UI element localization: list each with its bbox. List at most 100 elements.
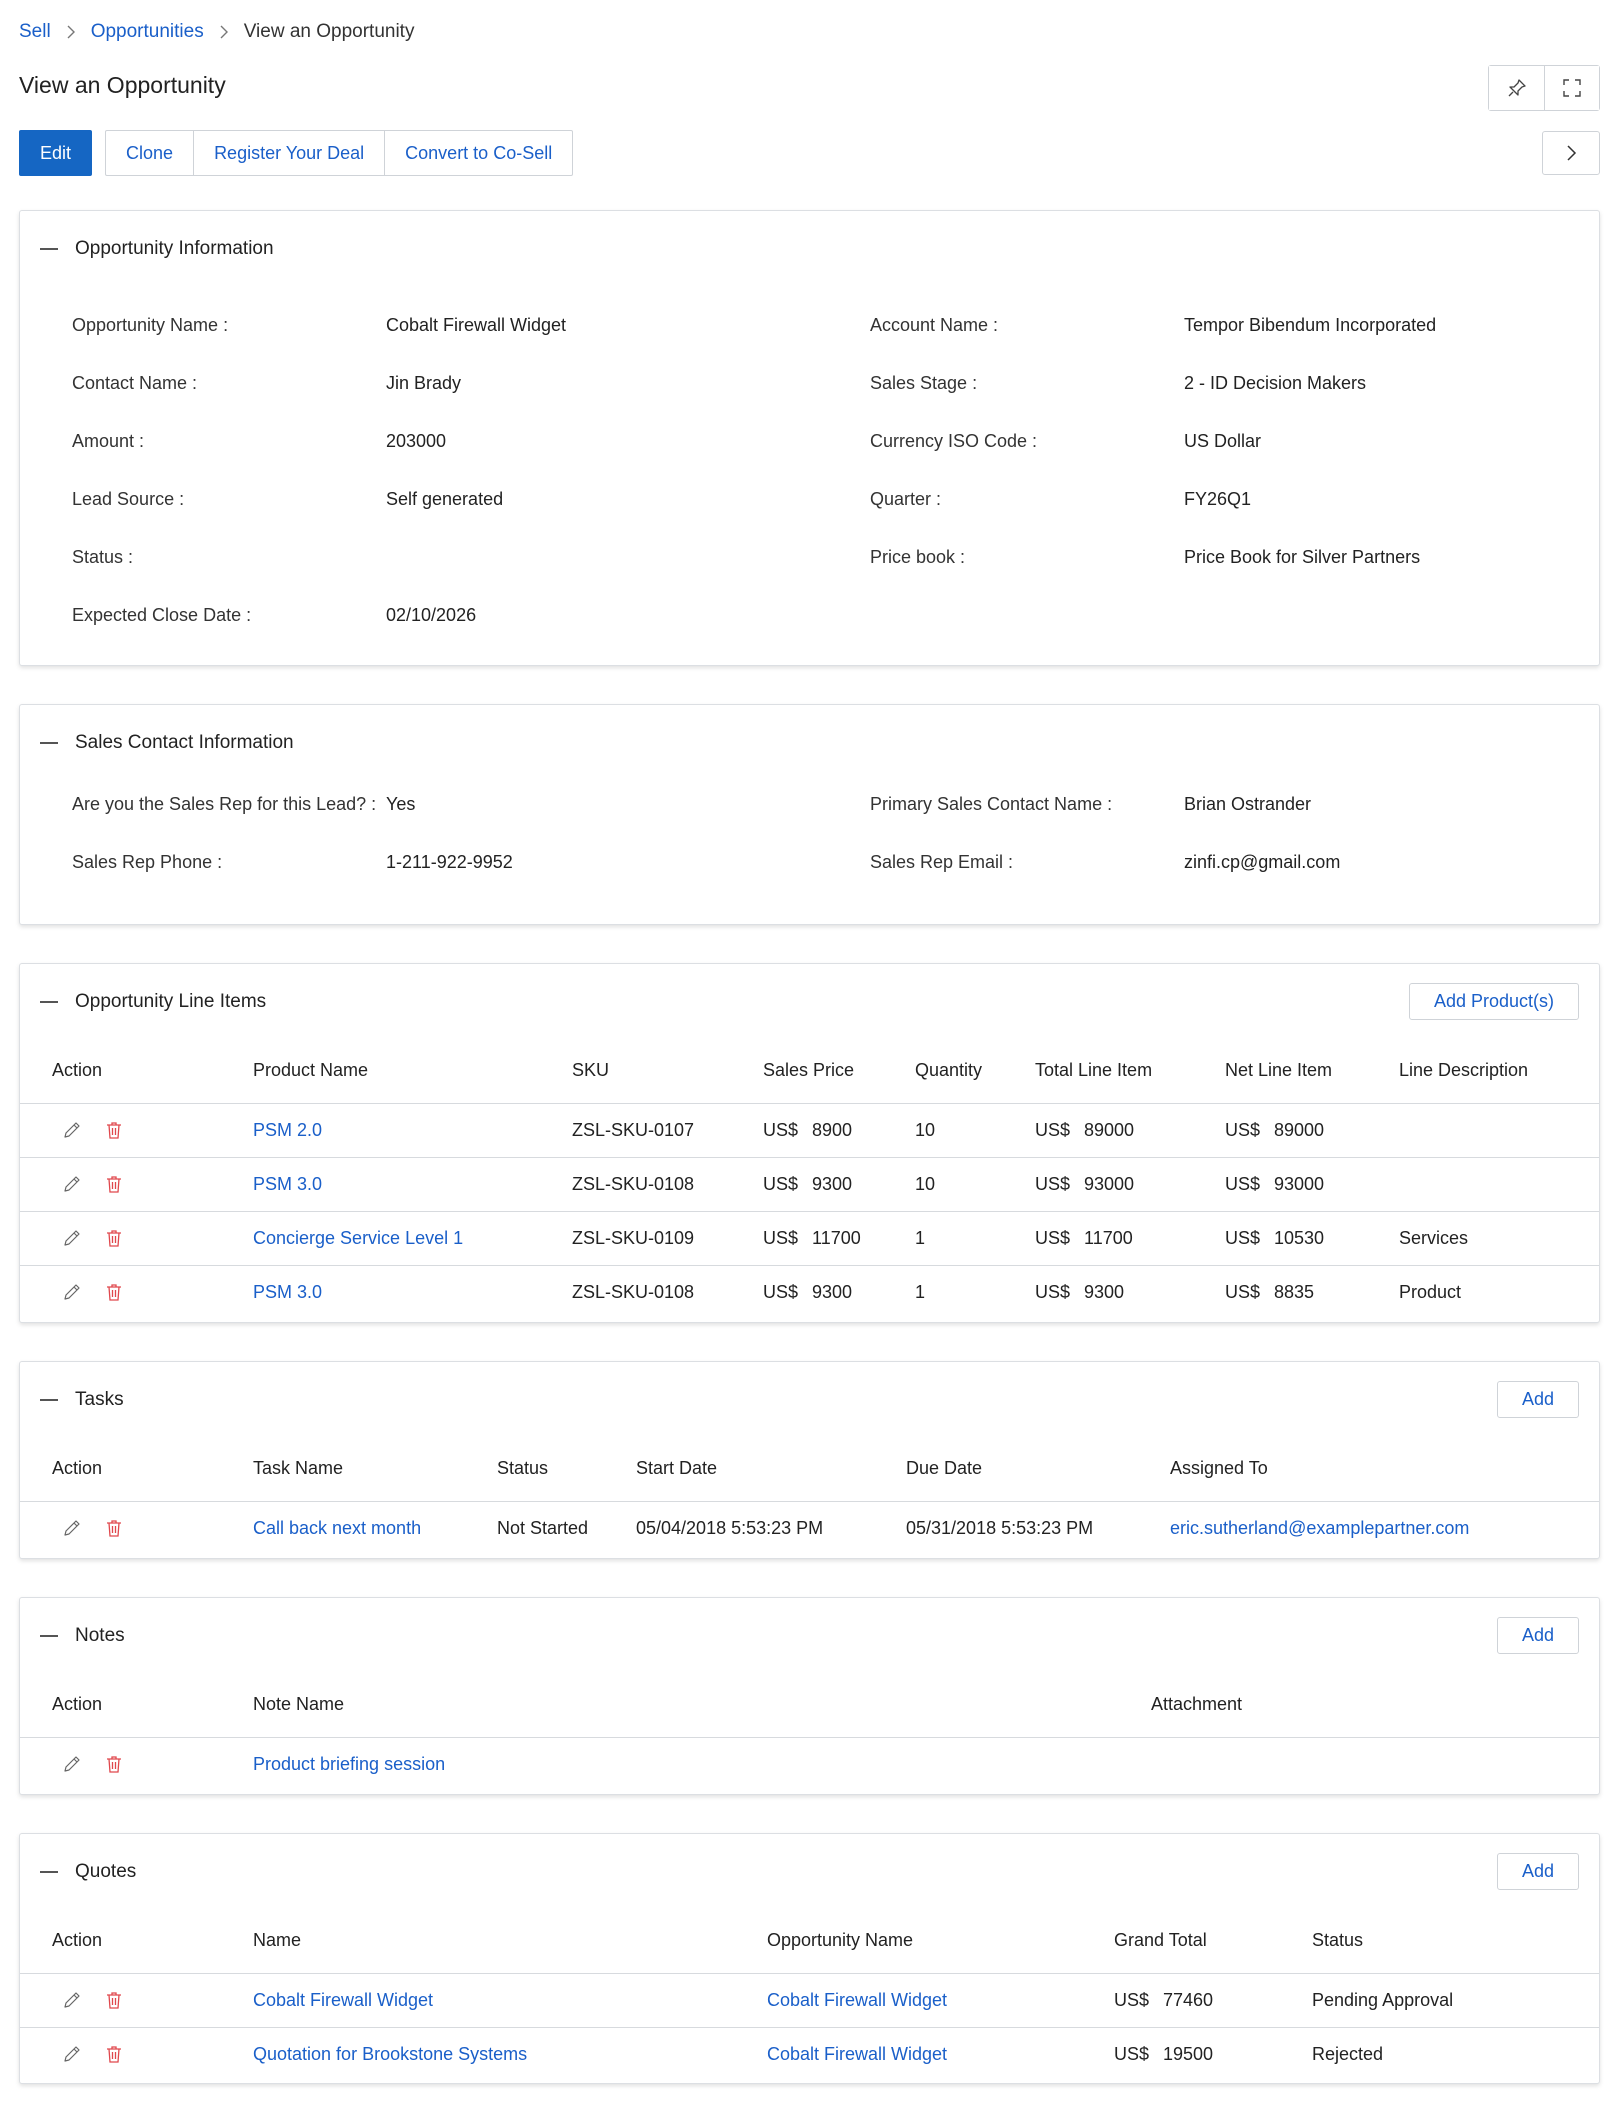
amount-value: 19500 (1163, 2043, 1214, 2064)
opportunity-info-card: Opportunity Information Opportunity Name… (19, 210, 1600, 666)
amount-value: 9300 (812, 1173, 853, 1194)
pin-button[interactable] (1489, 66, 1544, 110)
trash-icon[interactable] (104, 1174, 124, 1194)
collapse-icon[interactable] (40, 1398, 58, 1401)
pencil-icon[interactable] (62, 1990, 82, 2010)
quote-link[interactable]: Cobalt Firewall Widget (253, 1990, 433, 2010)
column-header: Note Name (253, 1694, 345, 1715)
product-link[interactable]: PSM 3.0 (253, 1282, 322, 1302)
chevron-right-icon (204, 25, 244, 39)
trash-icon[interactable] (104, 1990, 124, 2010)
page: Sell Opportunities View an Opportunity V… (0, 0, 1619, 2084)
product-link[interactable]: Concierge Service Level 1 (253, 1228, 463, 1248)
pencil-icon[interactable] (62, 1228, 82, 1248)
pencil-icon[interactable] (62, 1174, 82, 1194)
line-items-table: Action Product Name SKU Sales Price Quantity… (20, 1039, 1599, 1319)
field-label: Account Name : (870, 314, 999, 335)
collapse-icon[interactable] (40, 1634, 58, 1637)
clone-button[interactable]: Clone (105, 130, 195, 176)
product-link[interactable]: PSM 3.0 (253, 1174, 322, 1194)
pin-icon (1508, 79, 1526, 97)
currency-label: US$ (1225, 1119, 1261, 1140)
notes-header: Notes Add (20, 1598, 1599, 1673)
pencil-icon[interactable] (62, 1120, 82, 1140)
field-value[interactable]: Tempor Bibendum Incorporated (1184, 296, 1584, 354)
status-cell: Pending Approval (1312, 1972, 1599, 2027)
tasks-header: Tasks Add (20, 1362, 1599, 1437)
amount-value: 11700 (1084, 1227, 1133, 1248)
quantity-cell: 1 (915, 1210, 1035, 1265)
pencil-icon[interactable] (62, 1282, 82, 1302)
table-row: Quotation for Brookstone Systems Cobalt F… (20, 2026, 1599, 2081)
field-value (386, 528, 870, 586)
register-deal-button[interactable]: Register Your Deal (194, 130, 386, 176)
table-header: Action Name Opportunity Name Grand Total Sta… (20, 1909, 1599, 1973)
section-title: Tasks (75, 1388, 124, 1410)
add-note-button[interactable]: Add (1496, 1617, 1579, 1654)
opportunity-link[interactable]: Cobalt Firewall Widget (767, 1990, 947, 2010)
table-row: PSM 3.0 ZSL-SKU-0108 US$ 9300 10 US$ 93000 US$ 9… (20, 1156, 1599, 1211)
trash-icon[interactable] (104, 1120, 124, 1140)
amount-value: 9300 (812, 1281, 853, 1302)
notes-table: Action Note Name Attachment Product briefi… (20, 1673, 1599, 1791)
field-value[interactable]: Jin Brady (386, 354, 870, 412)
amount-value: 89000 (1274, 1119, 1325, 1140)
column-header: Action (52, 1458, 103, 1479)
action-cell (20, 1972, 253, 2027)
collapse-icon[interactable] (40, 248, 58, 250)
currency-label: US$ (1035, 1281, 1071, 1302)
trash-icon[interactable] (104, 2044, 124, 2064)
expand-icon (1563, 79, 1581, 97)
currency-label: US$ (1225, 1227, 1261, 1248)
field-label: Quarter : (870, 488, 942, 509)
table-row: PSM 2.0 ZSL-SKU-0107 US$ 8900 10 US$ 89000 US$ 8… (20, 1102, 1599, 1157)
field-label: Primary Sales Contact Name : (870, 793, 1113, 814)
trash-icon[interactable] (104, 1518, 124, 1538)
pencil-icon[interactable] (62, 1754, 82, 1774)
opportunity-link[interactable]: Cobalt Firewall Widget (767, 2044, 947, 2064)
field-value: US Dollar (1184, 430, 1262, 451)
description-cell: Product (1399, 1264, 1599, 1319)
opportunity-info-header: Opportunity Information (20, 211, 1599, 287)
product-link[interactable]: PSM 2.0 (253, 1120, 322, 1140)
pencil-icon[interactable] (62, 2044, 82, 2064)
pencil-icon[interactable] (62, 1518, 82, 1538)
edit-button[interactable]: Edit (19, 130, 93, 176)
quote-link[interactable]: Quotation for Brookstone Systems (253, 2044, 527, 2064)
note-link[interactable]: Product briefing session (253, 1754, 445, 1774)
field-value[interactable]: Price Book for Silver Partners (1184, 528, 1584, 586)
section-title: Notes (75, 1624, 125, 1646)
collapse-icon[interactable] (40, 1000, 58, 1003)
currency-label: US$ (763, 1119, 799, 1140)
trash-icon[interactable] (104, 1282, 124, 1302)
task-link[interactable]: Call back next month (253, 1518, 421, 1538)
table-row: Call back next month Not Started 05/04/201… (20, 1500, 1599, 1555)
amount-value: 11700 (812, 1227, 861, 1248)
trash-icon[interactable] (104, 1754, 124, 1774)
collapse-icon[interactable] (40, 1870, 58, 1873)
sku-cell: ZSL-SKU-0108 (572, 1264, 763, 1319)
column-header: Grand Total (1114, 1930, 1207, 1951)
field-value: Yes (386, 793, 416, 814)
assigned-to-link[interactable]: eric.sutherland@examplepartner.com (1170, 1518, 1469, 1538)
breadcrumb-opportunities[interactable]: Opportunities (91, 21, 204, 43)
breadcrumb-sell[interactable]: Sell (19, 21, 51, 43)
add-products-button[interactable]: Add Product(s) (1408, 983, 1579, 1020)
field-label: Lead Source : (72, 488, 185, 509)
trash-icon[interactable] (104, 1228, 124, 1248)
expand-button[interactable] (1544, 66, 1599, 110)
convert-co-sell-button[interactable]: Convert to Co-Sell (385, 130, 574, 176)
column-header: Net Line Item (1225, 1060, 1333, 1081)
next-record-button[interactable] (1542, 131, 1600, 175)
action-cell (20, 1500, 253, 1555)
field-value: 02/10/2026 (386, 604, 477, 625)
description-cell (1399, 1156, 1599, 1211)
amount-value: 8835 (1274, 1281, 1315, 1302)
table-header: Action Task Name Status Start Date Due Date A… (20, 1437, 1599, 1501)
quotes-table: Action Name Opportunity Name Grand Total Sta… (20, 1909, 1599, 2081)
column-header: SKU (572, 1060, 610, 1081)
amount-value: 89000 (1084, 1119, 1135, 1140)
add-task-button[interactable]: Add (1496, 1381, 1579, 1418)
add-quote-button[interactable]: Add (1496, 1853, 1579, 1890)
collapse-icon[interactable] (40, 742, 58, 744)
